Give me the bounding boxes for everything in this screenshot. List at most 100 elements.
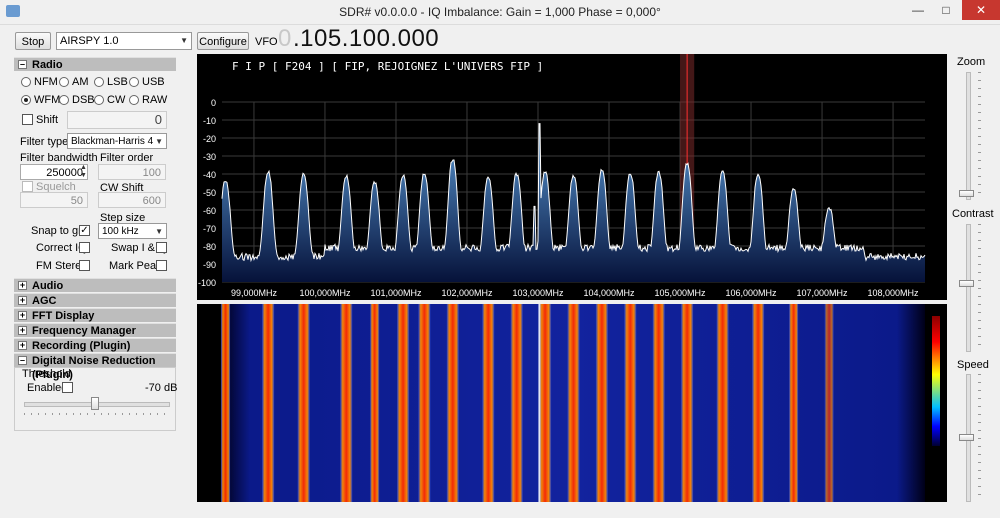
x-tick-label: 107,000MHz: [797, 288, 849, 298]
dnr-section-header[interactable]: – Digital Noise Reduction (Plugin): [14, 353, 176, 381]
fft-display-section-header[interactable]: + FFT Display: [14, 308, 176, 322]
radio-section-header[interactable]: – Radio: [14, 57, 176, 71]
filter-order-label: Filter order: [100, 152, 154, 164]
radio-section-title: Radio: [32, 59, 63, 71]
mode-label-usb[interactable]: USB: [142, 76, 165, 88]
waterfall-station-band: [510, 304, 523, 502]
filter-type-value: Blackman-Harris 4: [71, 136, 154, 147]
mode-radio-dsb[interactable]: [59, 95, 69, 105]
x-tick-label: 106,000MHz: [726, 288, 778, 298]
mode-label-am[interactable]: AM: [72, 76, 89, 88]
vfo-leading-digit[interactable]: 0: [278, 25, 291, 53]
mark-peaks-checkbox[interactable]: [156, 260, 167, 271]
threshold-slider-thumb[interactable]: [91, 397, 99, 410]
chevron-down-icon: ▼: [155, 137, 163, 146]
chevron-down-icon: ▼: [155, 227, 163, 236]
contrast-slider-track[interactable]: [966, 224, 971, 352]
waterfall-plot[interactable]: [197, 304, 947, 502]
x-tick-label: 104,000MHz: [583, 288, 635, 298]
waterfall-station-band: [370, 304, 380, 502]
agc-section-header[interactable]: + AGC: [14, 293, 176, 307]
filter-order-input[interactable]: 100: [98, 164, 166, 180]
filter-bandwidth-label: Filter bandwidth: [20, 152, 98, 164]
contrast-slider-thumb[interactable]: [959, 280, 974, 287]
minimize-button[interactable]: —: [904, 0, 932, 20]
mode-label-raw[interactable]: RAW: [142, 94, 167, 106]
mode-radio-cw[interactable]: [94, 95, 104, 105]
mode-radio-nfm[interactable]: [21, 77, 31, 87]
stop-button[interactable]: Stop: [15, 32, 51, 50]
close-button[interactable]: ✕: [962, 0, 1000, 20]
mode-label-wfm[interactable]: WFM: [34, 94, 60, 106]
enabled-checkbox[interactable]: [62, 382, 73, 393]
x-tick-label: 105,000MHz: [654, 288, 706, 298]
filter-bandwidth-input[interactable]: 250000: [20, 164, 88, 180]
x-tick-label: 100,000MHz: [299, 288, 351, 298]
audio-section-header[interactable]: + Audio: [14, 278, 176, 292]
x-tick-label: 99,000MHz: [231, 288, 278, 298]
y-tick-label: -50: [203, 188, 216, 198]
recording-section-header[interactable]: + Recording (Plugin): [14, 338, 176, 352]
waterfall-station-band: [418, 304, 431, 502]
mode-label-lsb[interactable]: LSB: [107, 76, 128, 88]
shift-input[interactable]: 0: [67, 111, 167, 129]
waterfall-station-band: [595, 304, 608, 502]
mode-label-nfm[interactable]: NFM: [34, 76, 58, 88]
mode-radio-wfm[interactable]: [21, 95, 31, 105]
contrast-label: Contrast: [952, 208, 994, 220]
zoom-label: Zoom: [957, 56, 986, 68]
swap-iq-checkbox[interactable]: [156, 242, 167, 253]
squelch-input[interactable]: 50: [20, 192, 88, 208]
threshold-slider-ticks: [24, 413, 168, 415]
frequency-manager-section-header[interactable]: +Frequency Manager (Plugin): [14, 323, 176, 351]
mode-radio-usb[interactable]: [129, 77, 139, 87]
device-select[interactable]: AIRSPY 1.0 ▼: [56, 32, 192, 50]
squelch-checkbox[interactable]: [22, 181, 33, 192]
step-size-value: 100 kHz: [102, 226, 139, 237]
mode-radio-lsb[interactable]: [94, 77, 104, 87]
expand-icon: +: [18, 295, 27, 305]
waterfall-color-scale: [932, 316, 940, 446]
spectrum-fill: [222, 123, 925, 282]
y-tick-label: -100: [198, 278, 216, 288]
correct-iq-checkbox[interactable]: [79, 242, 90, 253]
device-value: AIRSPY 1.0: [60, 35, 119, 47]
speed-slider-thumb[interactable]: [959, 434, 974, 441]
y-tick-label: -70: [203, 224, 216, 234]
rds-text: F I P [ F204 ] [ FIP, REJOIGNEZ L'UNIVER…: [232, 60, 543, 73]
waterfall-station-band: [624, 304, 637, 502]
waterfall-station-band: [789, 304, 799, 502]
step-size-select[interactable]: 100 kHz ▼: [98, 223, 167, 239]
mode-radio-raw[interactable]: [129, 95, 139, 105]
waterfall-station-band: [446, 304, 459, 502]
fm-stereo-checkbox[interactable]: [79, 260, 90, 271]
y-tick-label: -30: [203, 152, 216, 162]
cw-shift-input[interactable]: 600: [98, 192, 166, 208]
waterfall-display[interactable]: [197, 304, 947, 502]
mode-radio-am[interactable]: [59, 77, 69, 87]
chevron-down-icon: ▼: [180, 36, 188, 45]
maximize-button[interactable]: □: [932, 0, 960, 20]
shift-checkbox[interactable]: [22, 114, 33, 125]
waterfall-carrier-line: [538, 304, 541, 502]
spectrum-plot[interactable]: F I P [ F204 ] [ FIP, REJOIGNEZ L'UNIVER…: [197, 54, 947, 300]
spectrum-display[interactable]: F I P [ F204 ] [ FIP, REJOIGNEZ L'UNIVER…: [197, 54, 947, 300]
title-bar: SDR# v0.0.0.0 - IQ Imbalance: Gain = 1,0…: [0, 0, 1000, 25]
snap-to-grid-checkbox[interactable]: ✓: [79, 225, 90, 236]
collapse-icon: –: [18, 59, 27, 69]
mode-label-dsb[interactable]: DSB: [72, 94, 95, 106]
zoom-slider-thumb[interactable]: [959, 190, 974, 197]
x-tick-label: 102,000MHz: [441, 288, 493, 298]
mode-label-cw[interactable]: CW: [107, 94, 125, 106]
recording-section-title: Recording (Plugin): [32, 340, 131, 352]
waterfall-station-band: [297, 304, 310, 502]
y-tick-label: -90: [203, 260, 216, 270]
configure-button[interactable]: Configure: [197, 32, 249, 50]
y-tick-label: -20: [203, 134, 216, 144]
filter-type-select[interactable]: Blackman-Harris 4 ▼: [67, 133, 167, 149]
spinner-icon[interactable]: ▲ ▼: [80, 164, 87, 180]
expand-icon: +: [18, 325, 27, 335]
vfo-frequency[interactable]: .105.100.000: [293, 25, 439, 53]
zoom-slider-track[interactable]: [966, 72, 971, 200]
x-tick-label: 103,000MHz: [512, 288, 564, 298]
